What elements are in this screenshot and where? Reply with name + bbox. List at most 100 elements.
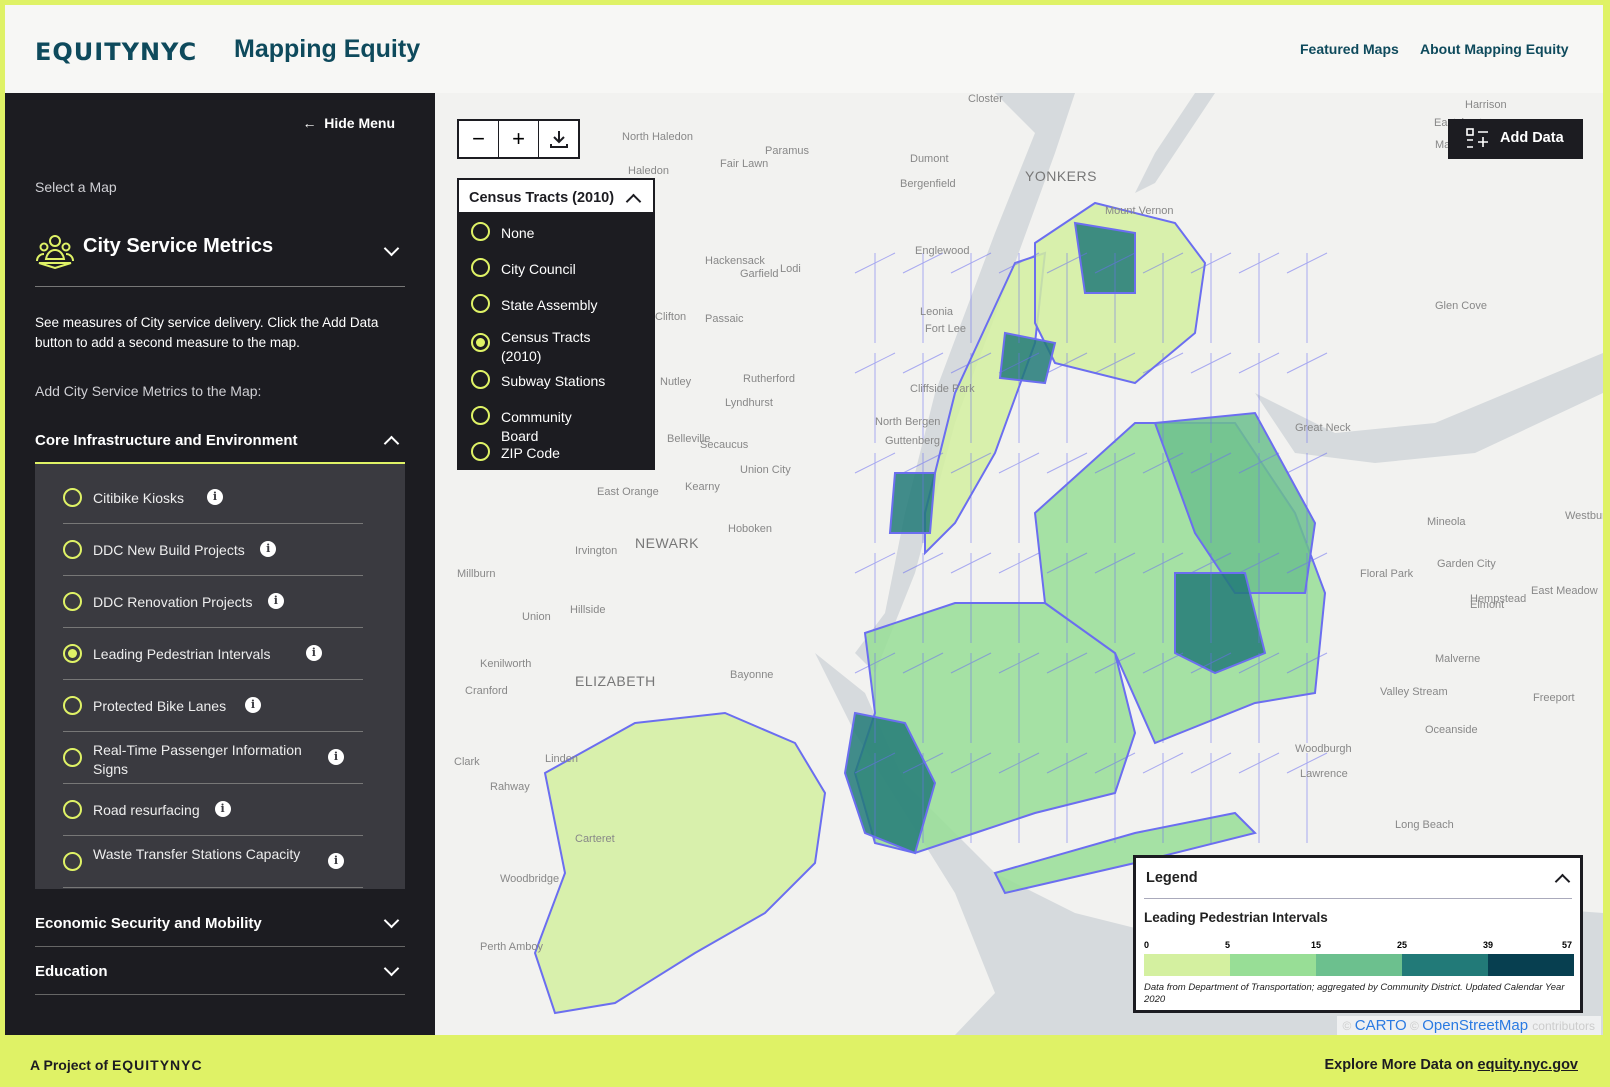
place-label: Westbury (1565, 510, 1603, 522)
map-canvas[interactable]: YONKERS NEWARK ELIZABETH Mount Vernon Hacken… (435, 93, 1603, 1035)
place-label: Nutley (660, 376, 692, 388)
select-map-label: Select a Map (35, 179, 117, 195)
nav-about[interactable]: About Mapping Equity (1420, 41, 1569, 57)
radio-button[interactable] (63, 696, 82, 715)
place-label: Englewood (915, 245, 970, 257)
place-label: Clark (454, 756, 480, 768)
chevron-up-icon (383, 435, 400, 452)
section-education[interactable]: Education (35, 949, 405, 995)
radio-button[interactable] (63, 800, 82, 819)
metric-item[interactable]: Protected Bike Lanes i (63, 680, 363, 732)
geography-select[interactable]: Census Tracts (2010) (457, 178, 655, 214)
tract-boundary (1286, 752, 1328, 843)
zoom-in-button[interactable]: + (499, 121, 539, 157)
radio-button[interactable] (471, 222, 490, 241)
geography-option[interactable]: None (457, 214, 655, 250)
place-label: Paramus (765, 145, 810, 157)
place-label: Hillside (570, 604, 606, 616)
equity-nyc-logo[interactable]: EQUITYNYC (35, 38, 197, 66)
footer-project: A Project of EQUITYNYC (30, 1057, 203, 1073)
tract-boundary (1238, 252, 1280, 343)
tract-boundary (998, 452, 1040, 543)
place-label: Bergenfield (900, 178, 956, 190)
equity-link[interactable]: equity.nyc.gov (1478, 1057, 1578, 1073)
place-label: Cranford (465, 685, 508, 697)
metric-item[interactable]: DDC Renovation Projects i (63, 576, 363, 628)
hide-menu-button[interactable]: ← Hide Menu (302, 115, 395, 131)
metric-item[interactable]: Real-Time Passenger Information Signs i (63, 732, 363, 784)
zoom-out-button[interactable]: − (459, 121, 499, 157)
info-icon[interactable]: i (214, 801, 231, 817)
place-label: Harrison (1465, 99, 1507, 111)
radio-button[interactable] (63, 748, 82, 767)
geography-option[interactable]: Census Tracts (2010) (457, 322, 655, 364)
carto-link[interactable]: CARTO (1355, 1017, 1407, 1034)
place-label: Carteret (575, 833, 615, 845)
place-label: Perth Amboy (480, 941, 543, 953)
geography-option[interactable]: City Council (457, 250, 655, 286)
radio-button[interactable] (63, 852, 82, 871)
place-label: Haledon (628, 165, 669, 177)
place-label: Union (522, 611, 551, 623)
osm-link[interactable]: OpenStreetMap (1422, 1017, 1528, 1034)
legend-tick: 0 (1144, 940, 1150, 950)
radio-button[interactable] (63, 644, 82, 663)
metric-label: Leading Pedestrian Intervals (93, 646, 271, 662)
tract-boundary (854, 252, 896, 343)
place-label: North Bergen (875, 416, 941, 428)
info-icon[interactable]: i (245, 697, 261, 713)
metric-item[interactable]: Road resurfacing i (63, 784, 363, 836)
download-button[interactable] (539, 121, 578, 157)
place-label: Mineola (1427, 516, 1466, 528)
region-midtown[interactable] (888, 472, 937, 534)
legend-collapse-icon[interactable] (1554, 873, 1571, 890)
place-label: Lodi (780, 263, 801, 275)
legend-source: Data from Department of Transportation; … (1144, 982, 1565, 1005)
radio-button[interactable] (471, 442, 490, 461)
geography-option[interactable]: ZIP Code (457, 434, 655, 470)
section-core-infrastructure[interactable]: Core Infrastructure and Environment (35, 418, 405, 464)
place-label: East Meadow (1531, 585, 1598, 597)
geography-option[interactable]: State Assembly (457, 286, 655, 322)
place-label: Valley Stream (1380, 686, 1448, 698)
map-select-dropdown[interactable]: City Service Metrics (35, 223, 405, 287)
place-label: YONKERS (1025, 168, 1097, 184)
radio-button[interactable] (471, 333, 490, 352)
info-icon[interactable]: i (328, 853, 344, 869)
metric-item[interactable]: Citibike Kiosks i (63, 472, 363, 524)
radio-button[interactable] (63, 488, 82, 507)
header: EQUITYNYC Mapping Equity Featured Maps A… (5, 5, 1603, 93)
region-harlem[interactable] (998, 331, 1057, 385)
nav-featured-maps[interactable]: Featured Maps (1300, 41, 1399, 57)
radio-button[interactable] (471, 406, 490, 425)
info-icon[interactable]: i (207, 489, 223, 505)
legend-swatch (1230, 954, 1316, 976)
place-label: Union City (740, 464, 791, 476)
equity-nyc-footer-logo[interactable]: EQUITYNYC (112, 1057, 203, 1073)
radio-button[interactable] (63, 592, 82, 611)
info-icon[interactable]: i (305, 645, 322, 661)
legend-title: Legend (1146, 870, 1198, 886)
legend-tick: 15 (1311, 940, 1322, 950)
metric-item[interactable]: Waste Transfer Stations Capacity i (63, 836, 363, 888)
app-title: Mapping Equity (234, 35, 421, 63)
place-label: Passaic (705, 313, 744, 325)
radio-button[interactable] (471, 370, 490, 389)
region-staten-island[interactable] (533, 711, 827, 1015)
metric-item[interactable]: DDC New Build Projects i (63, 524, 363, 576)
metric-item[interactable]: Leading Pedestrian Intervals i (63, 628, 363, 680)
info-icon[interactable]: i (328, 749, 344, 765)
info-icon[interactable]: i (267, 593, 284, 609)
geography-option[interactable]: Community Board (457, 398, 655, 444)
place-label: Fort Lee (925, 323, 966, 335)
place-label: Fair Lawn (720, 158, 769, 170)
radio-button[interactable] (471, 294, 490, 313)
geography-option[interactable]: Subway Stations (457, 362, 655, 398)
legend-swatch (1144, 954, 1230, 976)
radio-button[interactable] (471, 258, 490, 277)
radio-button[interactable] (63, 540, 82, 559)
place-label: Mount Vernon (1105, 205, 1174, 217)
add-data-button[interactable]: Add Data (1448, 119, 1583, 159)
section-economic-security[interactable]: Economic Security and Mobility (35, 901, 405, 947)
place-label: Great Neck (1295, 422, 1351, 434)
